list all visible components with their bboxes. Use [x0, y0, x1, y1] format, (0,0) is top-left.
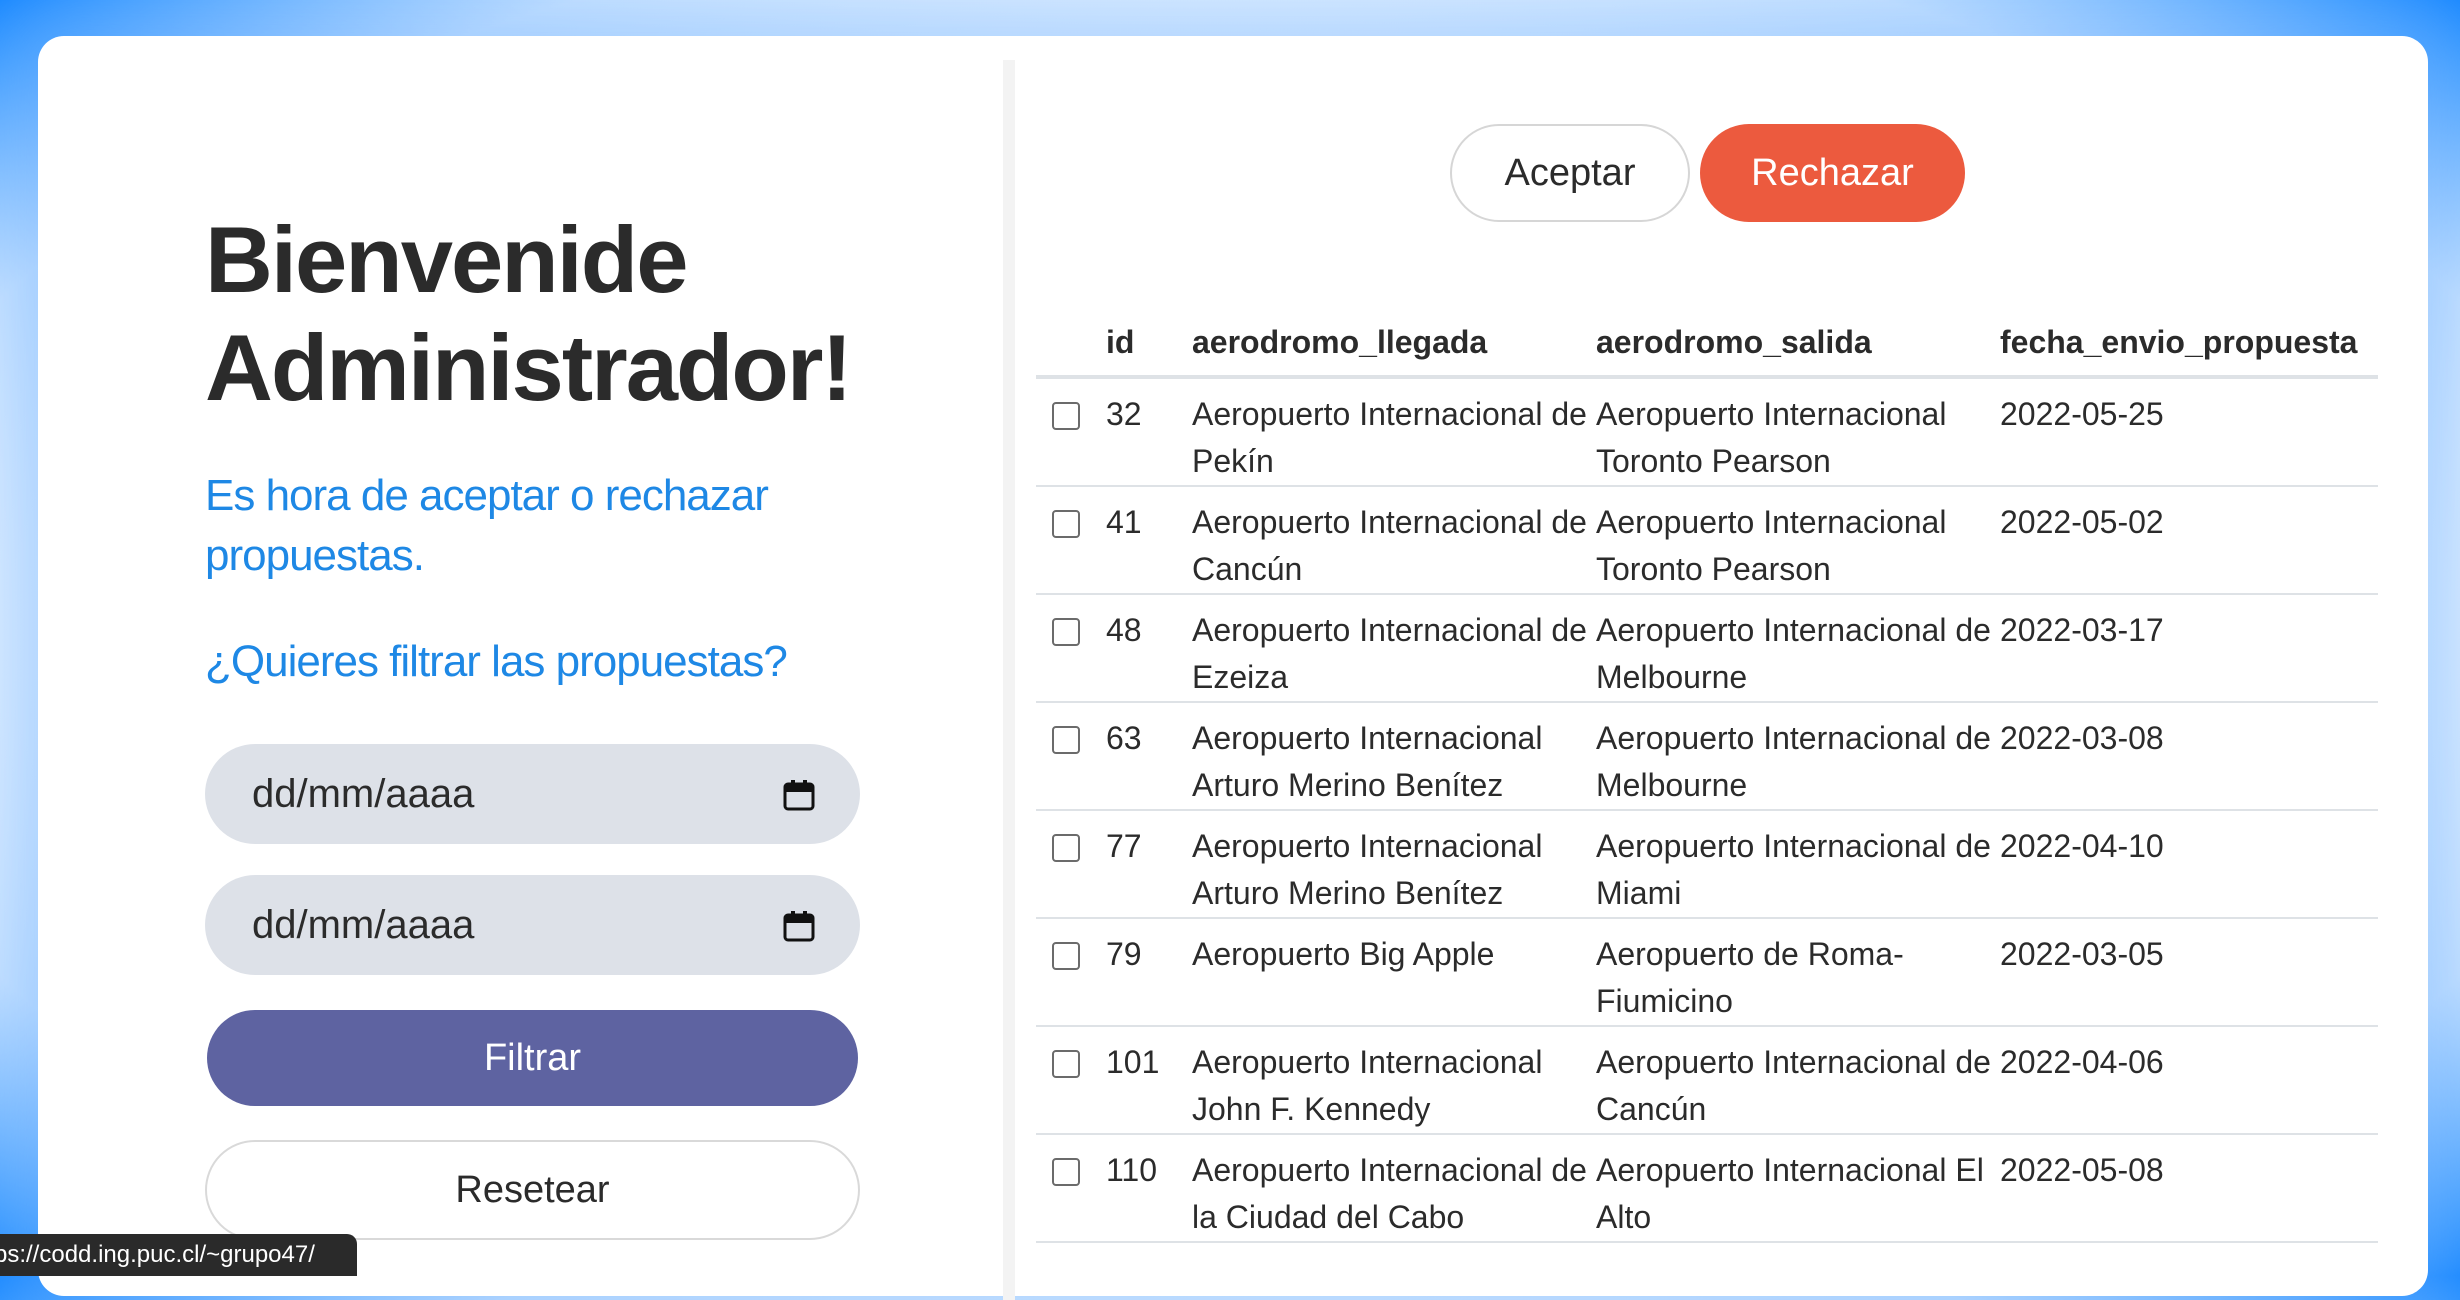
row-checkbox[interactable] [1052, 834, 1080, 862]
table-row: 101 Aeropuerto Internacional John F. Ken… [1036, 1026, 2378, 1135]
cell-llegada: Aeropuerto Internacional John F. Kennedy [1192, 1026, 1596, 1135]
filter-question: ¿Quieres filtrar las propuestas? [205, 637, 788, 686]
cell-fecha: 2022-05-08 [2000, 1134, 2378, 1243]
cell-salida: Aeropuerto Internacional Toronto Pearson [1596, 377, 2000, 487]
status-bar-url: ps://codd.ing.puc.cl/~grupo47/ [0, 1234, 357, 1276]
cell-llegada: Aeropuerto Internacional Arturo Merino B… [1192, 810, 1596, 919]
cell-id: 79 [1106, 918, 1192, 1027]
row-checkbox[interactable] [1052, 510, 1080, 538]
row-checkbox[interactable] [1052, 618, 1080, 646]
header-aerodromo-llegada: aerodromo_llegada [1192, 310, 1596, 379]
cell-id: 77 [1106, 810, 1192, 919]
cell-salida: Aeropuerto Internacional de Melbourne [1596, 594, 2000, 703]
header-id: id [1106, 310, 1192, 379]
cell-llegada: Aeropuerto Big Apple [1192, 918, 1596, 1027]
cell-fecha: 2022-03-05 [2000, 918, 2378, 1027]
table-row: 63 Aeropuerto Internacional Arturo Merin… [1036, 702, 2378, 811]
cell-llegada: Aeropuerto Internacional Arturo Merino B… [1192, 702, 1596, 811]
calendar-icon[interactable] [782, 777, 816, 811]
calendar-icon[interactable] [782, 908, 816, 942]
proposals-table: id aerodromo_llegada aerodromo_salida fe… [1036, 310, 2378, 1243]
cell-id: 110 [1106, 1134, 1192, 1243]
row-checkbox[interactable] [1052, 726, 1080, 754]
row-checkbox[interactable] [1052, 942, 1080, 970]
cell-fecha: 2022-04-10 [2000, 810, 2378, 919]
table-header-row: id aerodromo_llegada aerodromo_salida fe… [1036, 310, 2378, 379]
cell-id: 41 [1106, 486, 1192, 595]
cell-fecha: 2022-05-02 [2000, 486, 2378, 595]
cell-id: 101 [1106, 1026, 1192, 1135]
cell-fecha: 2022-04-06 [2000, 1026, 2378, 1135]
table-row: 41 Aeropuerto Internacional de Cancún Ae… [1036, 486, 2378, 595]
cell-id: 63 [1106, 702, 1192, 811]
cell-salida: Aeropuerto Internacional El Alto [1596, 1134, 2000, 1243]
filter-button[interactable]: Filtrar [207, 1010, 858, 1106]
cell-id: 48 [1106, 594, 1192, 703]
cell-salida: Aeropuerto Internacional Toronto Pearson [1596, 486, 2000, 595]
cell-fecha: 2022-03-08 [2000, 702, 2378, 811]
cell-llegada: Aeropuerto Internacional de Ezeiza [1192, 594, 1596, 703]
header-aerodromo-salida: aerodromo_salida [1596, 310, 2000, 379]
cell-salida: Aeropuerto Internacional de Miami [1596, 810, 2000, 919]
page-title: Bienvenide Administrador! [205, 207, 853, 420]
table-row: 79 Aeropuerto Big Apple Aeropuerto de Ro… [1036, 918, 2378, 1027]
panel-divider [1003, 60, 1015, 1300]
row-checkbox[interactable] [1052, 402, 1080, 430]
table-row: 77 Aeropuerto Internacional Arturo Merin… [1036, 810, 2378, 919]
cell-llegada: Aeropuerto Internacional de Cancún [1192, 486, 1596, 595]
cell-fecha: 2022-05-25 [2000, 377, 2378, 487]
row-checkbox[interactable] [1052, 1158, 1080, 1186]
cell-salida: Aeropuerto de Roma-Fiumicino [1596, 918, 2000, 1027]
date-to-input[interactable]: dd/mm/aaaa [205, 875, 860, 975]
cell-id: 32 [1106, 377, 1192, 487]
cell-fecha: 2022-03-17 [2000, 594, 2378, 703]
date-to-placeholder: dd/mm/aaaa [252, 902, 475, 947]
date-from-input[interactable]: dd/mm/aaaa [205, 744, 860, 844]
date-from-placeholder: dd/mm/aaaa [252, 771, 475, 816]
cell-llegada: Aeropuerto Internacional de Pekín [1192, 377, 1596, 487]
row-checkbox[interactable] [1052, 1050, 1080, 1078]
header-select [1036, 310, 1106, 379]
table-row: 110 Aeropuerto Internacional de la Ciuda… [1036, 1134, 2378, 1243]
reset-button[interactable]: Resetear [205, 1140, 860, 1240]
header-fecha-envio: fecha_envio_propuesta [2000, 310, 2378, 379]
cell-salida: Aeropuerto Internacional de Melbourne [1596, 702, 2000, 811]
accept-button[interactable]: Aceptar [1450, 124, 1690, 222]
table-row: 48 Aeropuerto Internacional de Ezeiza Ae… [1036, 594, 2378, 703]
cell-salida: Aeropuerto Internacional de Cancún [1596, 1026, 2000, 1135]
page-subtitle: Es hora de aceptar o rechazar propuestas… [205, 471, 769, 580]
table-row: 32 Aeropuerto Internacional de Pekín Aer… [1036, 377, 2378, 487]
cell-llegada: Aeropuerto Internacional de la Ciudad de… [1192, 1134, 1596, 1243]
reject-button[interactable]: Rechazar [1700, 124, 1965, 222]
